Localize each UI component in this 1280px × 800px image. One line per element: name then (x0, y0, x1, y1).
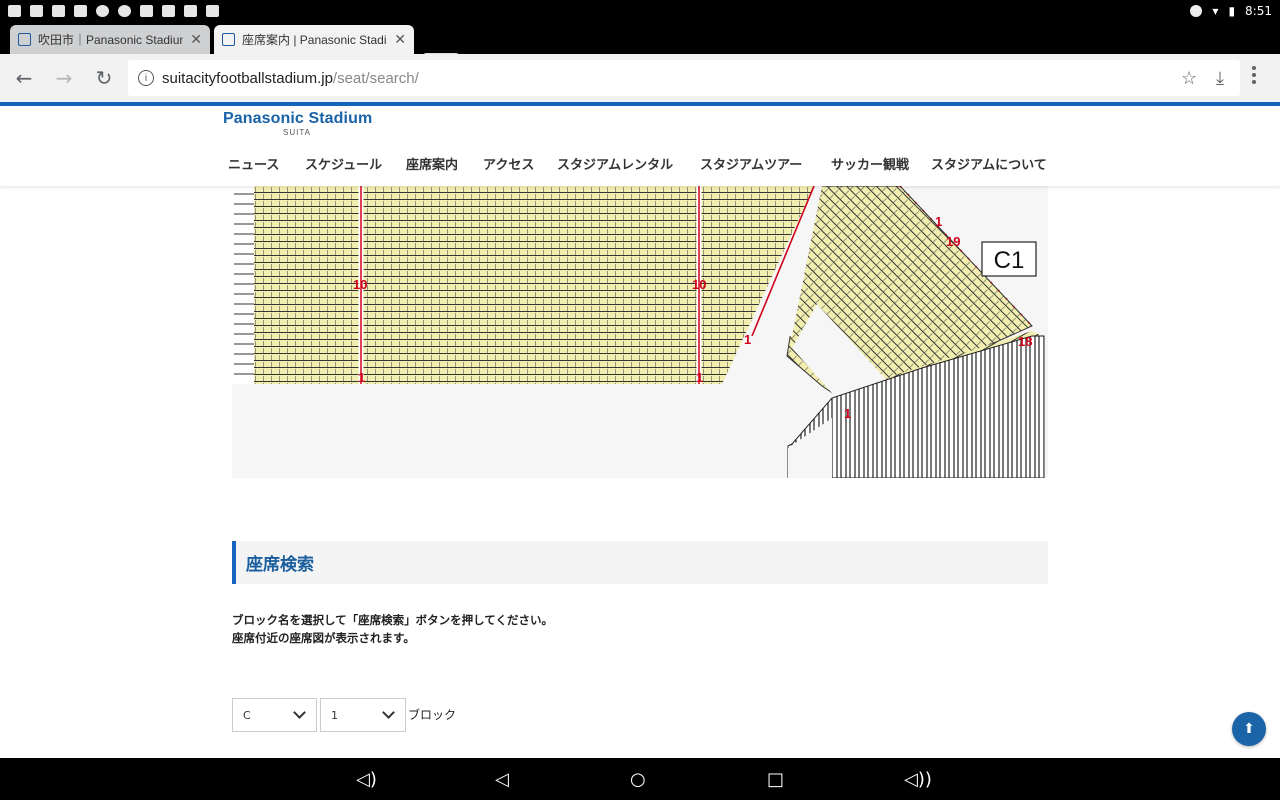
android-nav-bar: ◁) ◁ ○ □ ◁)) (0, 758, 1280, 800)
shield-icon (96, 5, 109, 17)
nav-seat-guide[interactable]: 座席案内 (406, 154, 458, 173)
browser-menu-icon[interactable] (1252, 66, 1256, 87)
info-icon[interactable]: i (138, 70, 154, 86)
calendar-icon (140, 5, 153, 17)
url-bar[interactable]: i suitacityfootballstadium.jp/seat/searc… (128, 60, 1240, 96)
logo-subtext: SUITA (283, 128, 311, 137)
arrow-up-icon: ⬆ (1243, 721, 1255, 737)
reload-button[interactable]: ↻ (84, 58, 124, 98)
row-marker: 1 (844, 406, 851, 421)
suita-favicon-icon (18, 33, 31, 46)
seat-map-drawing: C1 10 10 1 1 1 19 1 18 1 (232, 186, 1045, 478)
mail-icon (74, 5, 87, 17)
chevron-down-icon (382, 706, 395, 719)
block-number-value: 1 (331, 708, 338, 722)
home-icon (30, 5, 43, 17)
mail-icon (184, 5, 197, 17)
clock-text: 8:51 (1245, 4, 1272, 18)
home-nav-icon[interactable]: ○ (630, 769, 646, 790)
nav-soccer-viewing[interactable]: サッカー観戦 (831, 154, 909, 173)
nav-news[interactable]: ニュース (228, 154, 279, 173)
description-line-2: 座席付近の座席図が表示されます。 (232, 631, 415, 645)
section-title: 座席検索 (246, 555, 314, 575)
tab-title: 吹田市｜Panasonic Stadium S (38, 33, 183, 47)
row-marker: 1 (744, 332, 751, 347)
close-tab-icon[interactable]: ✕ (394, 31, 406, 48)
url-path: /seat/search/ (332, 69, 419, 87)
stand-left (254, 186, 814, 384)
mail-icon (162, 5, 175, 17)
tab-strip: 吹田市｜Panasonic Stadium S ✕ 座席案内 | Panason… (0, 22, 1280, 70)
nav-stadium-rental[interactable]: スタジアムレンタル (557, 154, 673, 173)
logo-text: Panasonic Stadium (223, 110, 373, 127)
chevron-down-icon (293, 706, 306, 719)
nav-stadium-tour[interactable]: スタジアムツアー (700, 154, 802, 173)
row-marker: 1 (358, 370, 365, 385)
section-seat-search: 座席検索 (232, 541, 1048, 584)
nav-access[interactable]: アクセス (483, 154, 534, 173)
close-tab-icon[interactable]: ✕ (190, 31, 202, 48)
site-header: Panasonic Stadium SUITA ニュース スケジュール 座席案内… (0, 106, 1280, 186)
tab-title: 座席案内 | Panasonic Stadium (242, 33, 388, 47)
wifi-icon: ▾ (1212, 4, 1219, 18)
recents-nav-icon[interactable]: □ (767, 769, 784, 790)
block-letter-value: C (243, 708, 251, 722)
seat-map[interactable]: C1 10 10 1 1 1 19 1 18 1 (232, 186, 1048, 478)
row-marker: 10 (692, 277, 706, 292)
block-letter-select[interactable]: C (232, 698, 317, 732)
row-marker: 19 (946, 234, 960, 249)
dnd-icon (1190, 5, 1203, 17)
nav-schedule[interactable]: スケジュール (305, 154, 382, 173)
row-marker: 18 (1018, 334, 1032, 349)
briefcase-icon (52, 5, 65, 17)
row-marker: 10 (353, 277, 367, 292)
stadium-favicon-icon (222, 33, 235, 46)
play-store-icon (206, 5, 219, 17)
download-icon[interactable]: ⤓ (1216, 68, 1224, 89)
description-line-1: ブロック名を選択して「座席検索」ボタンを押してください。 (232, 613, 553, 627)
browser-tab-seat-guide[interactable]: 座席案内 | Panasonic Stadium ✕ (214, 25, 414, 54)
url-host: suitacityfootballstadium.jp (162, 69, 333, 87)
row-marker: 1 (696, 370, 703, 385)
volume-down-icon[interactable]: ◁) (356, 769, 377, 790)
browser-tab-suita[interactable]: 吹田市｜Panasonic Stadium S ✕ (10, 25, 210, 54)
search-description: ブロック名を選択して「座席検索」ボタンを押してください。 座席付近の座席図が表示… (232, 611, 553, 647)
row-marker: 1 (935, 214, 942, 229)
nav-about-stadium[interactable]: スタジアムについて (931, 154, 1047, 173)
temperature-icon (118, 5, 131, 17)
block-label-c1: C1 (994, 247, 1025, 274)
battery-icon: ▮ (1228, 4, 1236, 18)
back-nav-icon[interactable]: ◁ (495, 769, 509, 790)
browser-toolbar: ← → ↻ i suitacityfootballstadium.jp/seat… (0, 54, 1280, 102)
block-suffix-label: ブロック (408, 708, 457, 722)
site-logo[interactable]: Panasonic Stadium SUITA (223, 110, 372, 137)
gmail-icon (8, 5, 21, 17)
block-number-select[interactable]: 1 (320, 698, 406, 732)
forward-button[interactable]: → (44, 58, 84, 98)
status-bar: ▾ ▮ 8:51 (0, 0, 1280, 22)
back-button[interactable]: ← (4, 58, 44, 98)
volume-up-icon[interactable]: ◁)) (904, 769, 932, 790)
scroll-to-top-button[interactable]: ⬆ (1232, 712, 1266, 746)
bookmark-star-icon[interactable]: ☆ (1181, 68, 1197, 89)
